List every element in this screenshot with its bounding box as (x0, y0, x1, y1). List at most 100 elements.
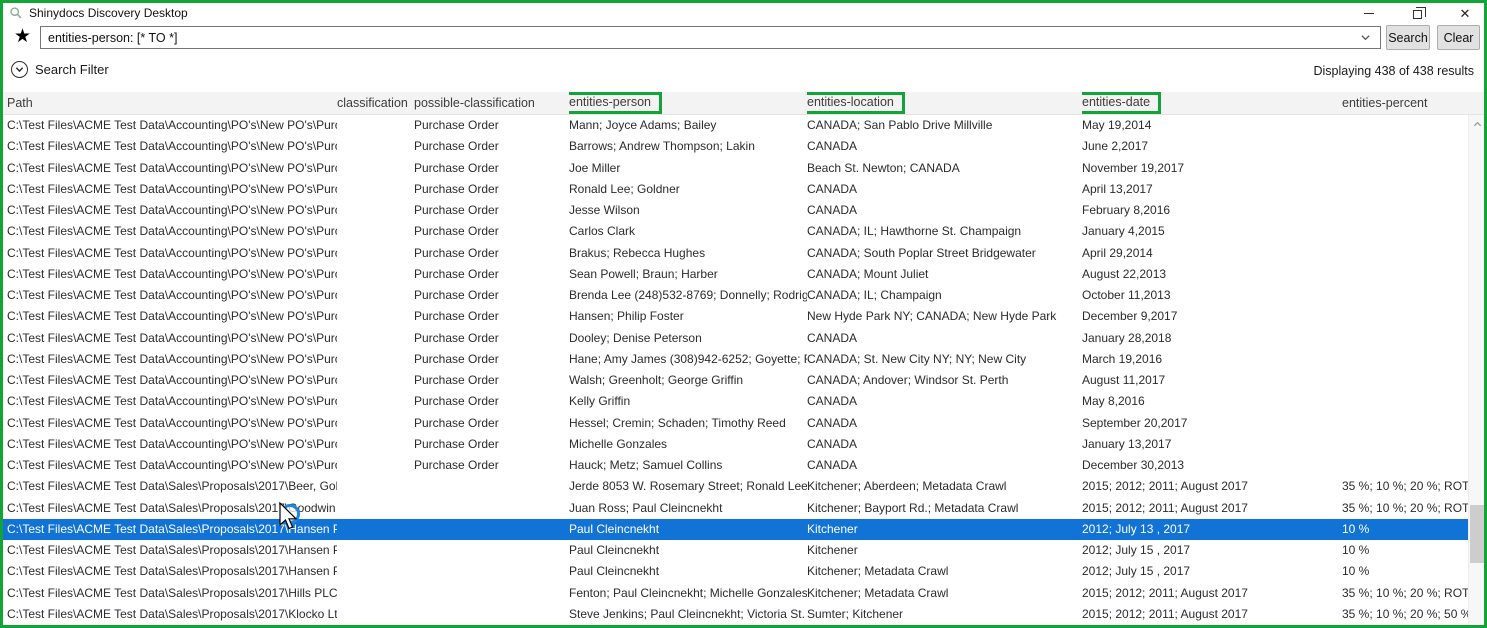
vertical-scrollbar[interactable] (1468, 115, 1484, 625)
scroll-up-arrow-icon[interactable] (1469, 117, 1485, 131)
cell-path: C:\Test Files\ACME Test Data\Accounting\… (3, 243, 337, 264)
search-filter-label: Search Filter (35, 62, 109, 77)
cell-location: CANADA; South Poplar Street Bridgewater (807, 243, 1082, 264)
table-row[interactable]: C:\Test Files\ACME Test Data\Accounting\… (3, 413, 1468, 434)
table-row[interactable]: C:\Test Files\ACME Test Data\Sales\Propo… (3, 604, 1468, 625)
close-button[interactable]: ✕ (1454, 4, 1476, 22)
cell-possible_classification: Purchase Order (414, 370, 569, 391)
cell-location: CANADA (807, 200, 1082, 221)
cell-path: C:\Test Files\ACME Test Data\Accounting\… (3, 221, 337, 242)
column-header-location[interactable]: entities-location (807, 92, 1082, 114)
favorite-star-icon[interactable]: ★ (14, 26, 31, 48)
table-row[interactable]: C:\Test Files\ACME Test Data\Accounting\… (3, 158, 1468, 179)
table-row[interactable]: C:\Test Files\ACME Test Data\Accounting\… (3, 221, 1468, 242)
column-header-classification[interactable]: classification (337, 96, 414, 110)
table-row[interactable]: C:\Test Files\ACME Test Data\Accounting\… (3, 200, 1468, 221)
table-row[interactable]: C:\Test Files\ACME Test Data\Accounting\… (3, 349, 1468, 370)
table-row[interactable]: C:\Test Files\ACME Test Data\Accounting\… (3, 179, 1468, 200)
window-title: Shinydocs Discovery Desktop (29, 6, 188, 20)
cell-person: Sean Powell; Braun; Harber (569, 264, 807, 285)
table-row[interactable]: C:\Test Files\ACME Test Data\Accounting\… (3, 264, 1468, 285)
column-header-path[interactable]: Path (3, 96, 337, 110)
highlight-box-date: entities-date (1082, 92, 1161, 114)
cell-location: CANADA; Andover; Windsor St. Perth (807, 370, 1082, 391)
table-row[interactable]: C:\Test Files\ACME Test Data\Sales\Propo… (3, 583, 1468, 604)
cell-date: April 13,2017 (1082, 179, 1342, 200)
cell-location: Kitchener; Bayport Rd.; Metadata Crawl (807, 498, 1082, 519)
table-row[interactable]: C:\Test Files\ACME Test Data\Accounting\… (3, 434, 1468, 455)
cell-percent: 35 %; 10 %; 20 %; ROT %; (1342, 498, 1468, 519)
cell-possible_classification: Purchase Order (414, 264, 569, 285)
table-row[interactable]: C:\Test Files\ACME Test Data\Accounting\… (3, 306, 1468, 327)
cell-location: CANADA (807, 179, 1082, 200)
cell-path: C:\Test Files\ACME Test Data\Sales\Propo… (3, 476, 337, 497)
cell-path: C:\Test Files\ACME Test Data\Sales\Propo… (3, 583, 337, 604)
cell-percent: 35 %; 10 %; 20 %; ROT %; (1342, 583, 1468, 604)
cell-path: C:\Test Files\ACME Test Data\Accounting\… (3, 200, 337, 221)
cell-date: December 9,2017 (1082, 306, 1342, 327)
search-dropdown-chevron-icon[interactable] (1360, 32, 1371, 43)
cell-location: Kitchener; Metadata Crawl (807, 561, 1082, 582)
table-row[interactable]: C:\Test Files\ACME Test Data\Sales\Propo… (3, 540, 1468, 561)
cell-possible_classification: Purchase Order (414, 200, 569, 221)
cell-possible_classification: Purchase Order (414, 115, 569, 136)
table-row[interactable]: C:\Test Files\ACME Test Data\Accounting\… (3, 285, 1468, 306)
table-row[interactable]: C:\Test Files\ACME Test Data\Accounting\… (3, 136, 1468, 157)
minimize-button[interactable] (1358, 4, 1380, 22)
title-bar: Shinydocs Discovery Desktop ✕ (3, 3, 1484, 23)
search-filter-toggle[interactable]: Search Filter (11, 61, 109, 78)
cell-date: 2015; 2012; 2011; August 2017 (1082, 583, 1342, 604)
cell-date: October 11,2013 (1082, 285, 1342, 306)
cell-location: New Hyde Park NY; CANADA; New Hyde Park (807, 306, 1082, 327)
cell-person: Hauck; Metz; Samuel Collins (569, 455, 807, 476)
cell-path: C:\Test Files\ACME Test Data\Accounting\… (3, 391, 337, 412)
cell-percent: 35 %; 10 %; 20 %; 50 %; 5 (1342, 604, 1468, 625)
column-header-date[interactable]: entities-date (1082, 92, 1342, 114)
scrollbar-thumb[interactable] (1470, 505, 1484, 563)
cell-date: 2012; July 13 , 2017 (1082, 519, 1342, 540)
clear-button[interactable]: Clear (1437, 25, 1480, 50)
table-row[interactable]: C:\Test Files\ACME Test Data\Sales\Propo… (3, 498, 1468, 519)
cell-possible_classification: Purchase Order (414, 285, 569, 306)
column-header-person[interactable]: entities-person (569, 92, 807, 114)
cell-date: February 8,2016 (1082, 200, 1342, 221)
table-row[interactable]: C:\Test Files\ACME Test Data\Accounting\… (3, 455, 1468, 476)
cell-path: C:\Test Files\ACME Test Data\Accounting\… (3, 455, 337, 476)
cell-person: Dooley; Denise Peterson (569, 328, 807, 349)
cell-possible_classification: Purchase Order (414, 455, 569, 476)
column-header-percent[interactable]: entities-percent (1342, 96, 1484, 110)
cell-date: 2012; July 15 , 2017 (1082, 540, 1342, 561)
results-summary: Displaying 438 of 438 results (1313, 64, 1474, 78)
cell-date: August 11,2017 (1082, 370, 1342, 391)
cell-date: January 4,2015 (1082, 221, 1342, 242)
search-input[interactable] (40, 26, 1381, 49)
table-row[interactable]: C:\Test Files\ACME Test Data\Sales\Propo… (3, 561, 1468, 582)
cell-date: 2012; July 15 , 2017 (1082, 561, 1342, 582)
cell-person: Juan Ross; Paul Cleincnekht (569, 498, 807, 519)
cell-location: CANADA (807, 413, 1082, 434)
cell-percent: 10 % (1342, 519, 1468, 540)
table-row-selected[interactable]: C:\Test Files\ACME Test Data\Sales\Propo… (3, 519, 1468, 540)
column-header-possible_classification[interactable]: possible-classification (414, 96, 569, 110)
restore-button[interactable] (1406, 4, 1428, 22)
cell-person: Kelly Griffin (569, 391, 807, 412)
table-row[interactable]: C:\Test Files\ACME Test Data\Accounting\… (3, 391, 1468, 412)
table-row[interactable]: C:\Test Files\ACME Test Data\Accounting\… (3, 328, 1468, 349)
cell-person: Ronald Lee; Goldner (569, 179, 807, 200)
table-row[interactable]: C:\Test Files\ACME Test Data\Sales\Propo… (3, 476, 1468, 497)
cell-date: January 13,2017 (1082, 434, 1342, 455)
search-button[interactable]: Search (1386, 25, 1430, 50)
cell-possible_classification: Purchase Order (414, 306, 569, 327)
cell-person: Steve Jenkins; Paul Cleincnekht; Victori… (569, 604, 807, 625)
cell-person: Joe Miller (569, 158, 807, 179)
cell-location: CANADA (807, 136, 1082, 157)
table-row[interactable]: C:\Test Files\ACME Test Data\Accounting\… (3, 115, 1468, 136)
cell-date: June 2,2017 (1082, 136, 1342, 157)
table-row[interactable]: C:\Test Files\ACME Test Data\Accounting\… (3, 370, 1468, 391)
cell-path: C:\Test Files\ACME Test Data\Sales\Propo… (3, 561, 337, 582)
cell-date: April 29,2014 (1082, 243, 1342, 264)
table-row[interactable]: C:\Test Files\ACME Test Data\Accounting\… (3, 243, 1468, 264)
cell-percent: 10 % (1342, 540, 1468, 561)
cell-location: Sumter; Kitchener (807, 604, 1082, 625)
search-bar: ★ Search Clear (3, 25, 1484, 51)
